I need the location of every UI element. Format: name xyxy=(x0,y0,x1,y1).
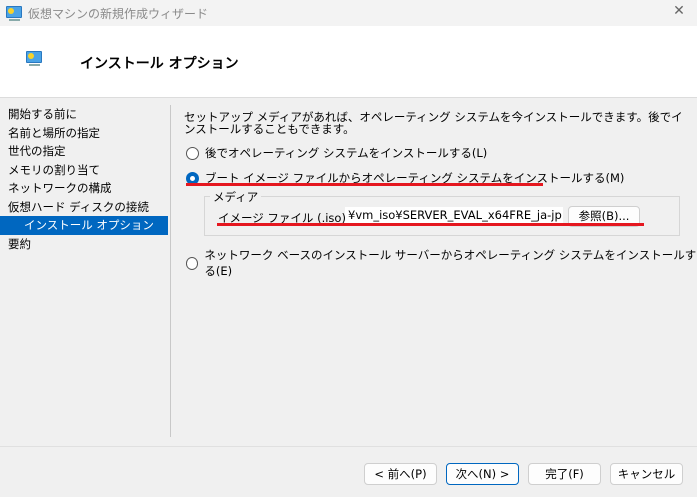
sidebar-item-network[interactable]: ネットワークの構成 xyxy=(0,179,168,198)
window-title: 仮想マシンの新規作成ウィザード xyxy=(28,7,209,21)
sidebar-item-memory[interactable]: メモリの割り当て xyxy=(0,161,168,180)
divider xyxy=(0,446,697,447)
description: セットアップ メディアがあれば、オペレーティング システムを今インストールできま… xyxy=(184,110,683,136)
divider xyxy=(170,105,171,437)
close-icon[interactable]: ✕ xyxy=(664,3,694,23)
radio-label: ネットワーク ベースのインストール サーバーからオペレーティング システムをイン… xyxy=(204,248,697,278)
sidebar-item-generation[interactable]: 世代の指定 xyxy=(0,142,168,161)
wizard-steps: 開始する前に 名前と場所の指定 世代の指定 メモリの割り当て ネットワークの構成… xyxy=(0,105,168,253)
sidebar-item-name-location[interactable]: 名前と場所の指定 xyxy=(0,124,168,143)
radio-install-network[interactable]: ネットワーク ベースのインストール サーバーからオペレーティング システムをイン… xyxy=(186,247,697,279)
sidebar-item-install-options[interactable]: インストール オプション xyxy=(0,216,168,235)
finish-button[interactable]: 完了(F) xyxy=(528,463,601,485)
sidebar-item-summary[interactable]: 要約 xyxy=(0,235,168,254)
red-underline xyxy=(186,183,543,186)
previous-button[interactable]: < 前へ(P) xyxy=(364,463,437,485)
radio-circle[interactable] xyxy=(186,256,199,270)
page-header: インストール オプション xyxy=(0,26,697,98)
cancel-button[interactable]: キャンセル xyxy=(610,463,683,485)
radio-install-later[interactable]: 後でオペレーティング システムをインストールする(L) xyxy=(186,145,487,161)
next-button[interactable]: 次へ(N) > xyxy=(446,463,519,485)
monitor-icon xyxy=(26,51,42,66)
sidebar-item-virtual-disk[interactable]: 仮想ハード ディスクの接続 xyxy=(0,198,168,217)
page-title: インストール オプション xyxy=(80,56,239,72)
radio-circle[interactable] xyxy=(186,146,199,160)
monitor-icon xyxy=(6,6,22,21)
red-underline xyxy=(217,223,644,226)
media-group-label: メディア xyxy=(210,189,262,205)
title-bar: 仮想マシンの新規作成ウィザード ✕ xyxy=(0,0,697,26)
radio-label: 後でオペレーティング システムをインストールする(L) xyxy=(205,146,488,160)
sidebar-item-before-you-begin[interactable]: 開始する前に xyxy=(0,105,168,124)
